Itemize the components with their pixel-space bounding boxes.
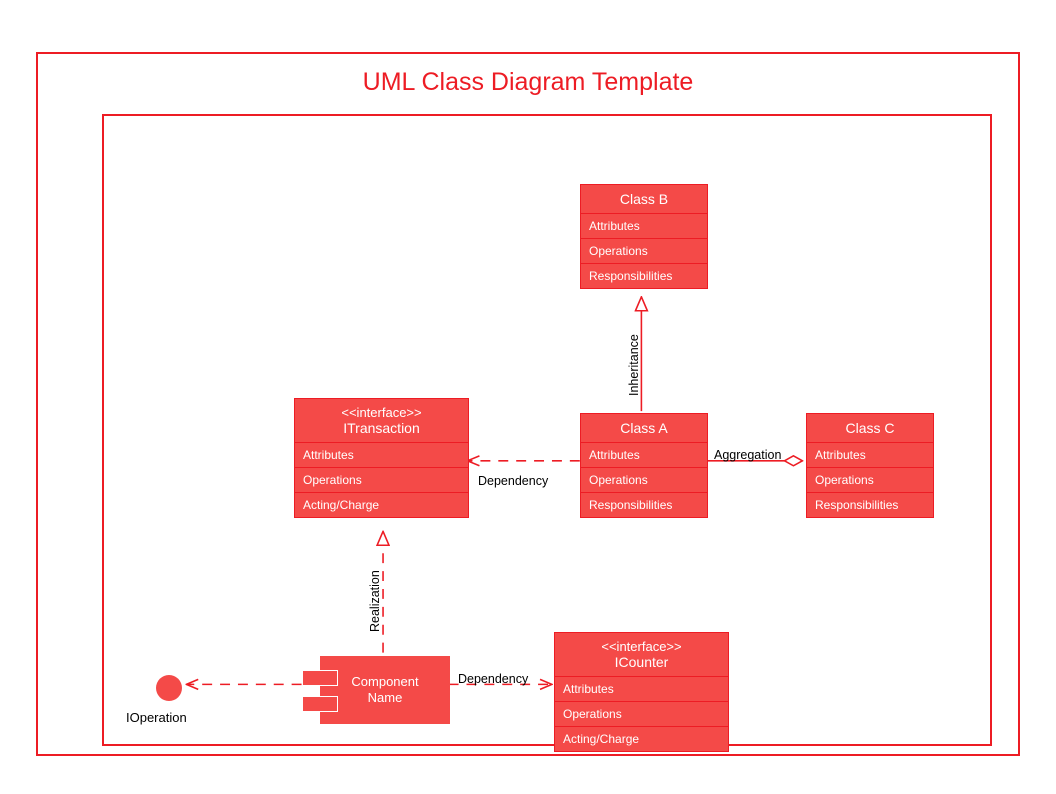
label-aggregation: Aggregation (714, 448, 781, 462)
class-b: Class B Attributes Operations Responsibi… (580, 184, 708, 289)
itransaction-operations: Operations (295, 468, 468, 493)
class-c-operations: Operations (807, 468, 933, 493)
interface-icounter: <<interface>> ICounter Attributes Operat… (554, 632, 729, 752)
label-dependency-1: Dependency (478, 474, 548, 488)
label-inheritance: Inheritance (627, 334, 641, 396)
icounter-stereotype: <<interface>> (561, 639, 722, 654)
inner-frame: ITransaction (dashed, open arrow pointin… (102, 114, 992, 746)
diagram-title: UML Class Diagram Template (38, 68, 1018, 97)
itransaction-stereotype: <<interface>> (301, 405, 462, 420)
interface-itransaction: <<interface>> ITransaction Attributes Op… (294, 398, 469, 518)
icounter-name: ICounter (561, 654, 722, 670)
class-b-name: Class B (587, 191, 701, 207)
class-c-responsibilities: Responsibilities (807, 493, 933, 517)
outer-frame: UML Class Diagram Template ITransaction … (36, 52, 1020, 756)
ioperation-label: IOperation (126, 710, 187, 725)
icounter-operations: Operations (555, 702, 728, 727)
class-a-responsibilities: Responsibilities (581, 493, 707, 517)
class-b-attributes: Attributes (581, 214, 707, 239)
component: Component Name (320, 656, 450, 724)
itransaction-acting: Acting/Charge (295, 493, 468, 517)
component-name: Component Name (351, 674, 418, 707)
icounter-acting: Acting/Charge (555, 727, 728, 751)
itransaction-name: ITransaction (301, 420, 462, 436)
component-port-icon (302, 670, 338, 686)
class-a: Class A Attributes Operations Responsibi… (580, 413, 708, 518)
label-dependency-2: Dependency (458, 672, 528, 686)
class-a-operations: Operations (581, 468, 707, 493)
class-b-operations: Operations (581, 239, 707, 264)
component-port-icon (302, 696, 338, 712)
class-c: Class C Attributes Operations Responsibi… (806, 413, 934, 518)
class-c-attributes: Attributes (807, 443, 933, 468)
label-realization: Realization (368, 570, 382, 632)
ioperation-ball-icon (156, 675, 182, 701)
class-a-name: Class A (587, 420, 701, 436)
class-a-attributes: Attributes (581, 443, 707, 468)
icounter-attributes: Attributes (555, 677, 728, 702)
class-c-name: Class C (813, 420, 927, 436)
class-b-responsibilities: Responsibilities (581, 264, 707, 288)
itransaction-attributes: Attributes (295, 443, 468, 468)
